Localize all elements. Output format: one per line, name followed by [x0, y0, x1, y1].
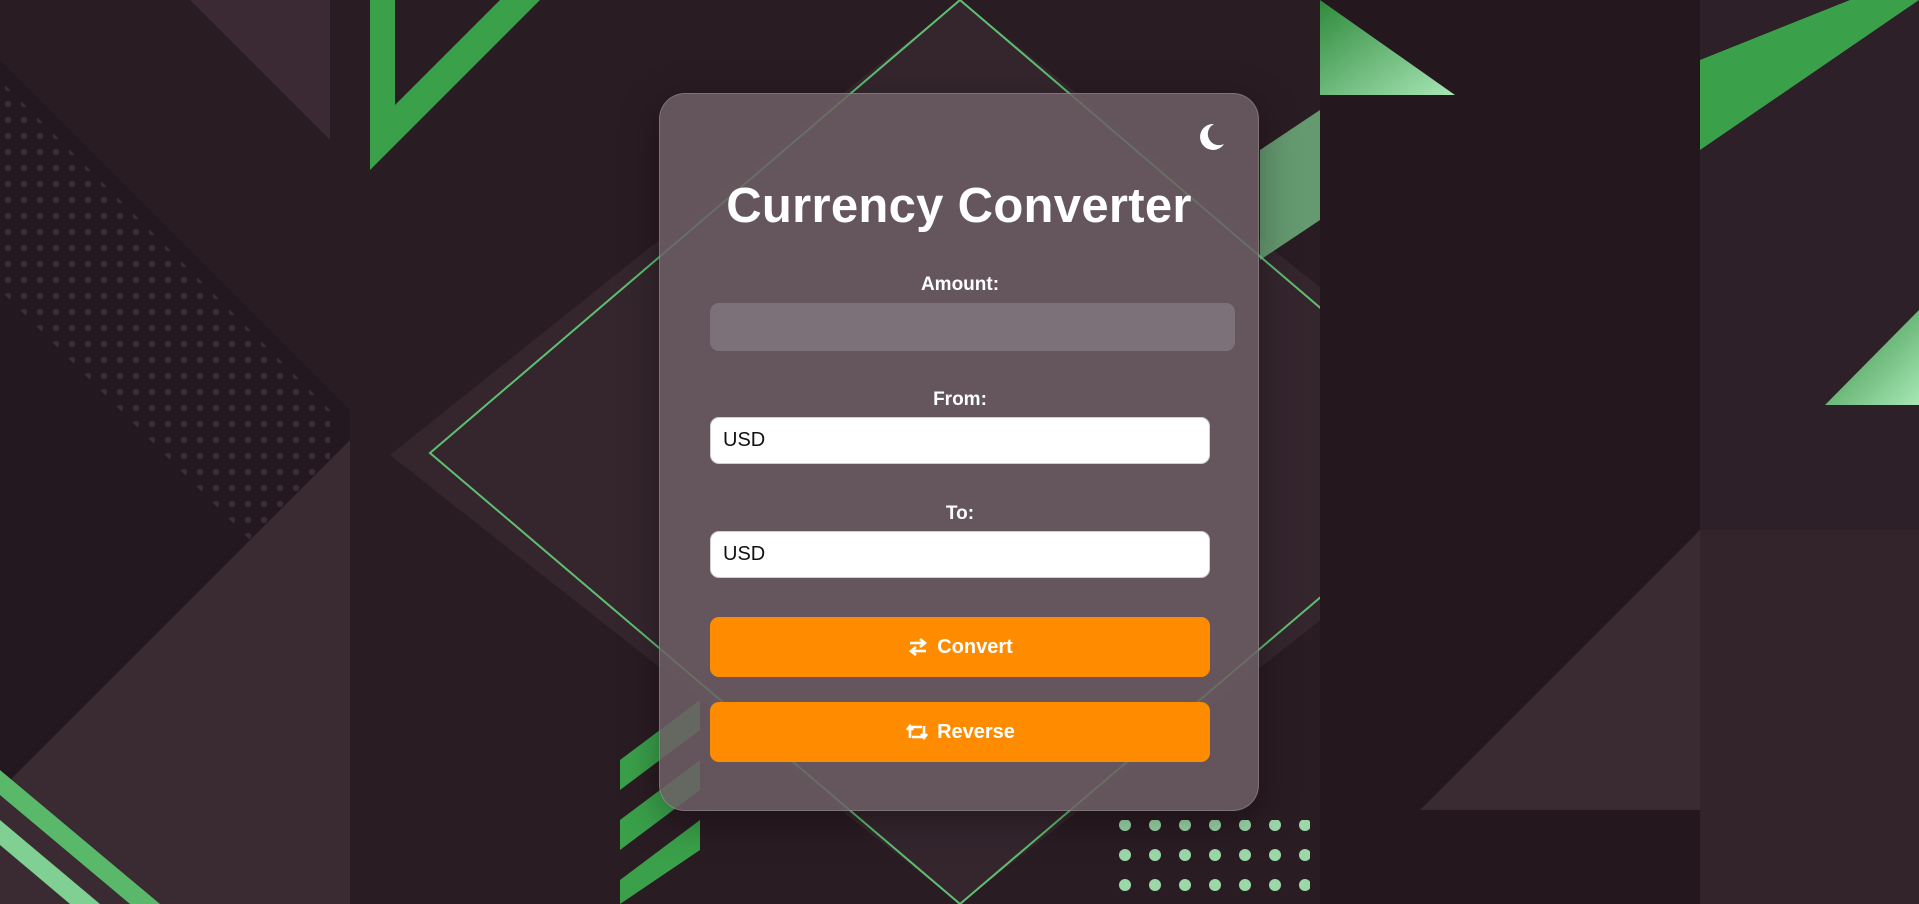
moon-icon [1200, 123, 1224, 150]
page-title: Currency Converter [726, 179, 1192, 233]
from-currency-value: USD [723, 429, 766, 451]
from-currency-select[interactable]: USD [710, 417, 1210, 464]
reverse-button-label: Reverse [937, 720, 1015, 743]
theme-toggle-button[interactable] [1194, 120, 1228, 154]
retweet-icon [906, 723, 929, 741]
from-label: From: [933, 389, 987, 410]
reverse-button[interactable]: Reverse [710, 702, 1210, 762]
convert-button-label: Convert [937, 635, 1013, 658]
to-currency-select[interactable]: USD [710, 531, 1210, 578]
converter-card: Currency Converter Amount: From: USD To:… [659, 93, 1259, 811]
to-currency-value: USD [723, 543, 766, 565]
convert-button[interactable]: Convert [710, 617, 1210, 677]
amount-input[interactable] [710, 303, 1235, 351]
to-label: To: [945, 503, 975, 524]
exchange-arrows-icon [909, 637, 928, 657]
amount-label: Amount: [920, 274, 1000, 295]
